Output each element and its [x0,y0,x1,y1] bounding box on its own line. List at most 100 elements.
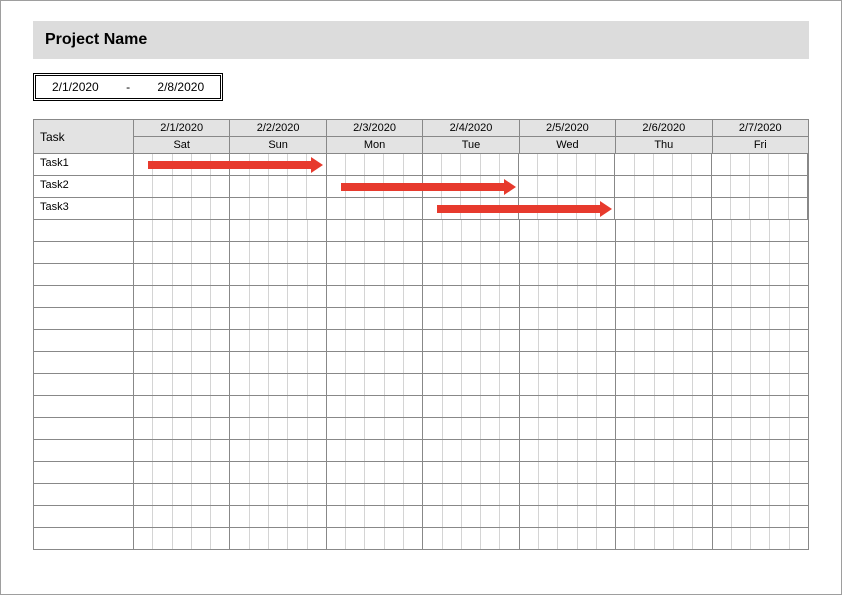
gantt-empty-row [34,462,808,484]
day-cell [134,374,230,395]
day-cell [713,440,808,461]
task-name-cell [34,264,134,285]
date-range-container: 2/1/2020 - 2/8/2020 [33,73,809,101]
task-timeline [134,220,808,241]
day-cell [616,374,712,395]
day-col-2: 2/3/2020Mon [327,120,423,154]
day-date: 2/3/2020 [327,120,422,137]
date-end: 2/8/2020 [145,78,216,96]
day-cell [230,462,326,483]
day-cell [327,352,423,373]
day-date: 2/2/2020 [230,120,325,137]
day-cell [520,418,616,439]
day-cell [134,352,230,373]
day-cell [713,484,808,505]
day-cell [616,462,712,483]
task-timeline [134,440,808,461]
day-cell [134,198,230,219]
day-cell [713,418,808,439]
day-cell [230,330,326,351]
day-cell [616,396,712,417]
day-cell [520,242,616,263]
day-cell [327,528,423,549]
day-col-4: 2/5/2020Wed [520,120,616,154]
day-cell [423,308,519,329]
day-cell [519,154,615,175]
task-timeline [134,418,808,439]
day-dow: Wed [520,137,615,154]
task-name-cell [34,286,134,307]
day-col-5: 2/6/2020Thu [616,120,712,154]
day-cell [327,198,423,219]
day-dow: Sun [230,137,325,154]
day-cell [230,440,326,461]
day-cell [423,352,519,373]
day-cell [520,528,616,549]
gantt-empty-row [34,440,808,462]
date-range: 2/1/2020 - 2/8/2020 [33,73,223,101]
day-col-3: 2/4/2020Tue [423,120,519,154]
task-name-cell: Task1 [34,154,134,175]
task-name-cell: Task3 [34,198,134,219]
day-cell [230,264,326,285]
gantt-empty-row [34,374,808,396]
day-cell [134,462,230,483]
day-cell [713,330,808,351]
day-cell [423,462,519,483]
day-cell [713,264,808,285]
day-cell [230,506,326,527]
day-cell [423,330,519,351]
day-cell [230,198,326,219]
day-cell [713,220,808,241]
day-cell [616,506,712,527]
gantt-header: Task2/1/2020Sat2/2/2020Sun2/3/2020Mon2/4… [34,120,808,154]
task-name-cell [34,418,134,439]
day-cell [713,308,808,329]
task-name-cell [34,352,134,373]
date-start: 2/1/2020 [40,78,111,96]
gantt-task-row: Task1 [34,154,808,176]
day-cell [713,396,808,417]
day-cell [423,286,519,307]
day-cell [615,154,711,175]
day-cell [230,352,326,373]
gantt-empty-row [34,330,808,352]
day-cell [713,528,808,549]
day-columns: 2/1/2020Sat2/2/2020Sun2/3/2020Mon2/4/202… [134,120,808,154]
day-cell [423,484,519,505]
task-timeline [134,506,808,527]
day-cell [230,396,326,417]
day-date: 2/7/2020 [713,120,808,137]
day-cell [230,484,326,505]
day-dow: Mon [327,137,422,154]
task-timeline [134,374,808,395]
day-cell [616,308,712,329]
day-cell [616,264,712,285]
day-dow: Thu [616,137,711,154]
day-cell [423,506,519,527]
day-cell [616,528,712,549]
day-cell [134,396,230,417]
gantt-empty-row [34,396,808,418]
day-cell [134,308,230,329]
task-name-cell [34,220,134,241]
task-timeline [134,308,808,329]
day-dow: Sat [134,137,229,154]
day-cell [327,154,423,175]
day-date: 2/1/2020 [134,120,229,137]
day-cell [230,176,326,197]
day-cell [134,264,230,285]
day-cell [327,374,423,395]
day-cell [616,242,712,263]
day-dow: Tue [423,137,518,154]
day-cell [423,154,519,175]
gantt-empty-row [34,484,808,506]
day-cell [520,264,616,285]
day-cell [520,440,616,461]
task-name-cell [34,484,134,505]
task-timeline [134,176,808,197]
day-cell [520,286,616,307]
task-name-cell [34,462,134,483]
task-timeline [134,484,808,505]
day-cell [713,352,808,373]
